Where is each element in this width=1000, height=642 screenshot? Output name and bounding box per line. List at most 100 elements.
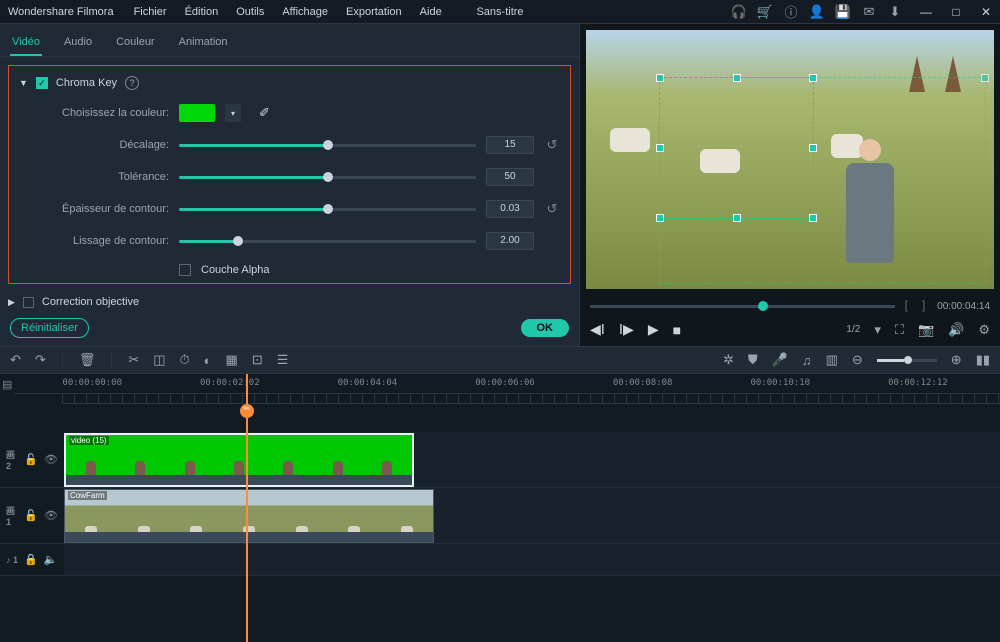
mark-out[interactable]: ] [920, 299, 929, 313]
cart-icon[interactable]: 🛒 [758, 5, 772, 19]
correction-checkbox[interactable] [23, 297, 34, 308]
save-icon[interactable]: 💾 [836, 5, 850, 19]
reset-button[interactable]: Réinitialiser [10, 318, 89, 338]
user-icon[interactable]: 👤 [810, 5, 824, 19]
menu-view[interactable]: Affichage [282, 6, 328, 18]
timeline-toolbar: ↶ ↷ 🗑 ✂ ◫ ⏱ ◐ ▦ ⊡ ☰ ✲ ⛊ 🎤 ♫ ▥ ⊖ ⊕ ▮▮ [0, 346, 1000, 374]
undo-icon[interactable]: ↶ [10, 352, 21, 368]
smooth-value[interactable]: 2.00 [486, 232, 534, 250]
step-back-button[interactable]: Ⅰ▶ [619, 321, 634, 338]
headset-icon[interactable]: 🎧 [732, 5, 746, 19]
menu-bar: Fichier Édition Outils Affichage Exporta… [134, 6, 732, 18]
menu-tools[interactable]: Outils [236, 6, 264, 18]
scrub-track[interactable] [590, 305, 895, 308]
redo-icon[interactable]: ↷ [35, 352, 46, 368]
menu-export[interactable]: Exportation [346, 6, 402, 18]
color-dropdown[interactable]: ▾ [225, 104, 241, 122]
settings-gear-icon[interactable]: ⚙ [978, 322, 990, 338]
zoom-fit-icon[interactable]: ▮▮ [976, 352, 990, 368]
fullscreen-icon[interactable]: ⛶ [895, 322, 904, 338]
download-icon[interactable]: ⬇ [888, 5, 902, 19]
music-icon[interactable]: ♫ [802, 353, 812, 368]
tolerance-value[interactable]: 50 [486, 168, 534, 186]
stop-button[interactable]: ■ [673, 322, 681, 338]
voice-icon[interactable]: 🎤 [772, 352, 788, 368]
menu-help[interactable]: Aide [420, 6, 442, 18]
tab-audio[interactable]: Audio [62, 30, 94, 56]
prev-frame-button[interactable]: ◀Ⅰ [590, 321, 605, 338]
time-ruler[interactable]: 00:00:00:00 00:00:02:02 00:00:04:04 00:0… [14, 374, 1000, 394]
mark-in[interactable]: [ [903, 299, 912, 313]
thickness-slider[interactable] [179, 208, 476, 211]
menu-file[interactable]: Fichier [134, 6, 167, 18]
correction-expand-icon[interactable]: ▶ [8, 297, 15, 308]
tolerance-slider[interactable] [179, 176, 476, 179]
page-dropdown-icon[interactable]: ▾ [874, 322, 881, 338]
tolerance-label: Tolérance: [19, 171, 169, 183]
window-maximize[interactable]: □ [950, 6, 962, 18]
clip-label: CowFarm [68, 491, 107, 500]
zoom-slider[interactable] [877, 359, 937, 362]
lock-icon[interactable]: 🔓 [24, 509, 38, 522]
eyedropper-icon[interactable]: ✐ [259, 105, 270, 121]
mail-icon[interactable]: ✉ [862, 5, 876, 19]
speaker-icon[interactable]: 🔈 [44, 553, 58, 566]
zoom-out-icon[interactable]: ⊖ [852, 352, 863, 368]
split-icon[interactable]: ✂ [128, 352, 139, 368]
offset-value[interactable]: 15 [486, 136, 534, 154]
window-close[interactable]: ✕ [980, 6, 992, 18]
zoom-in-icon[interactable]: ⊕ [951, 352, 962, 368]
title-bar: Wondershare Filmora Fichier Édition Outi… [0, 0, 1000, 24]
video-clip-bottom[interactable]: CowFarm [64, 489, 434, 543]
mixer-icon[interactable]: ✲ [723, 352, 734, 368]
tab-color[interactable]: Couleur [114, 30, 157, 56]
offset-reset-icon[interactable]: ↺ [544, 137, 560, 153]
ok-button[interactable]: OK [521, 319, 570, 337]
eye-icon[interactable]: 👁 [44, 509, 58, 522]
playhead[interactable] [246, 374, 248, 642]
lock-icon[interactable]: 🔒 [24, 553, 38, 566]
offset-slider[interactable] [179, 144, 476, 147]
help-icon[interactable]: ? [125, 76, 139, 90]
window-minimize[interactable]: — [920, 6, 932, 18]
tab-animation[interactable]: Animation [177, 30, 230, 56]
snapshot-icon[interactable]: 📷 [918, 322, 934, 338]
smooth-label: Lissage de contour: [19, 235, 169, 247]
outer-bounds [659, 77, 985, 284]
speed-icon[interactable]: ⏱ [180, 352, 190, 368]
scrub-bar: [ ] 00:00:04:14 [580, 295, 1000, 317]
transport-controls: ◀Ⅰ Ⅰ▶ ▶ ■ 1/2 ▾ ⛶ 📷 🔊 ⚙ [580, 317, 1000, 346]
menu-edit[interactable]: Édition [185, 6, 219, 18]
offset-label: Décalage: [19, 139, 169, 151]
greenscreen-icon[interactable]: ▦ [226, 352, 238, 368]
adjust-icon[interactable]: ☰ [277, 352, 289, 368]
video-clip-top[interactable]: video (15) [64, 433, 414, 487]
chroma-title: Chroma Key [56, 77, 117, 89]
color-icon[interactable]: ◐ [204, 353, 212, 368]
crop-icon[interactable]: ◫ [153, 352, 165, 368]
eye-icon[interactable]: 👁 [44, 453, 58, 466]
correction-row: ▶ Correction objective [0, 292, 579, 312]
smooth-slider[interactable] [179, 240, 476, 243]
preview-canvas[interactable] [586, 30, 994, 289]
lock-icon[interactable]: 🔓 [24, 453, 38, 466]
record-vo-icon[interactable]: ⊡ [252, 352, 263, 368]
marker-icon[interactable]: ⛊ [748, 352, 758, 368]
delete-icon[interactable]: 🗑 [79, 352, 96, 368]
collapse-icon[interactable]: ▼ [19, 78, 28, 88]
thickness-value[interactable]: 0.03 [486, 200, 534, 218]
chroma-enable-checkbox[interactable]: ✓ [36, 77, 48, 89]
thickness-reset-icon[interactable]: ↺ [544, 201, 560, 217]
grid-icon[interactable]: ▥ [826, 352, 838, 368]
info-icon[interactable]: ⓘ [784, 5, 798, 19]
tab-video[interactable]: Vidéo [10, 30, 42, 56]
track-manager-icon[interactable]: ▤ [2, 379, 12, 391]
color-label: Choisissez la couleur: [19, 107, 169, 119]
timeline: ▤ 00:00:00:00 00:00:02:02 00:00:04:04 00… [0, 374, 1000, 642]
color-swatch[interactable] [179, 104, 215, 122]
play-button[interactable]: ▶ [648, 321, 659, 338]
properties-panel: Vidéo Audio Couleur Animation ▼ ✓ Chroma… [0, 24, 580, 346]
track-label: 画 2 [6, 448, 18, 471]
alpha-checkbox[interactable] [179, 264, 191, 276]
volume-icon[interactable]: 🔊 [948, 322, 964, 338]
